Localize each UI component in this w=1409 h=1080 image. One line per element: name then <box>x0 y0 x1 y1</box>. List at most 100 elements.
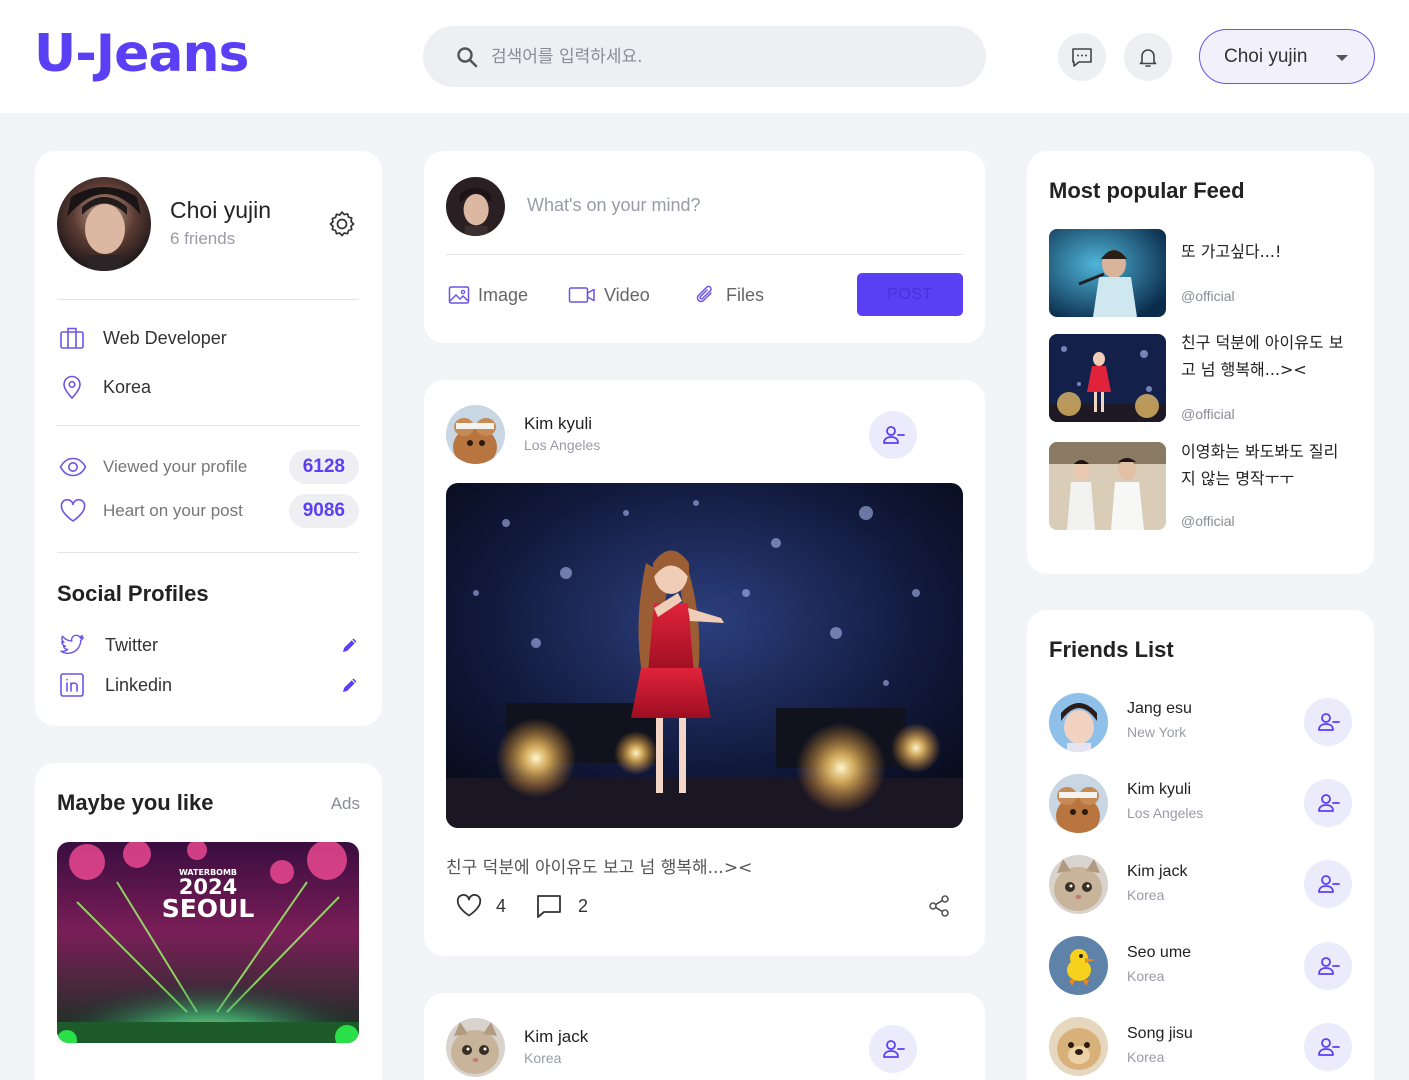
friend-avatar <box>1049 693 1108 752</box>
social-item-twitter[interactable]: Twitter <box>59 631 359 659</box>
stat-row-hearts: Heart on your post 9086 <box>59 494 359 528</box>
notifications-button[interactable] <box>1124 33 1172 81</box>
friend-item[interactable]: Kim jack Korea <box>1049 855 1352 915</box>
messages-button[interactable] <box>1058 33 1106 81</box>
user-minus-icon <box>1318 875 1340 893</box>
post-author-name[interactable]: Kim kyuli <box>524 414 592 434</box>
post-caption: 친구 덕분에 아이유도 보고 넘 행복해...>< <box>446 858 753 878</box>
post-composer-card: What's on your mind? Image Video Files P… <box>424 151 985 343</box>
app-logo[interactable]: U-Jeans <box>34 24 249 84</box>
attach-files-button[interactable]: Files <box>692 284 764 306</box>
add-friend-button[interactable] <box>1304 1023 1352 1071</box>
share-icon[interactable] <box>927 894 951 918</box>
friend-location: Korea <box>1127 887 1165 903</box>
search-bar[interactable] <box>423 26 986 87</box>
user-minus-icon <box>883 426 905 444</box>
popular-item-thumbnail <box>1049 442 1166 530</box>
popular-item-author: @official <box>1181 513 1235 529</box>
friends-list-title: Friends List <box>1049 637 1174 662</box>
friends-list-card: Friends List Jang esu New York Kim kyuli… <box>1027 610 1374 1080</box>
friend-item[interactable]: Song jisu Korea <box>1049 1017 1352 1077</box>
popular-item-author: @official <box>1181 288 1235 304</box>
popular-feed-card: Most popular Feed 또 가고싶다...! @official 친… <box>1027 151 1374 574</box>
video-camera-icon <box>568 287 595 303</box>
post-author-avatar[interactable] <box>446 405 505 464</box>
friend-location: Korea <box>1127 968 1165 984</box>
profile-name: Choi yujin <box>170 197 271 223</box>
ads-title: Maybe you like <box>57 790 214 815</box>
ad-banner-city: SEOUL <box>161 894 255 923</box>
popular-item[interactable]: 이영화는 봐도봐도 질리지 않는 명작ㅜㅜ @official <box>1049 442 1359 532</box>
friend-location: New York <box>1127 724 1187 740</box>
attach-video-label: Video <box>604 284 650 305</box>
friend-name: Kim kyuli <box>1127 781 1192 798</box>
friend-item[interactable]: Kim kyuli Los Angeles <box>1049 773 1352 833</box>
social-label-linkedin: Linkedin <box>105 674 173 695</box>
user-menu-dropdown[interactable]: Choi yujin <box>1199 29 1375 84</box>
user-minus-icon <box>1318 794 1340 812</box>
gear-icon[interactable] <box>326 208 358 240</box>
profile-friends-count: 6 friends <box>170 229 236 248</box>
post-button[interactable]: POST <box>857 273 963 316</box>
profile-avatar[interactable] <box>57 177 151 271</box>
popular-item[interactable]: 또 가고싶다...! @official <box>1049 229 1359 319</box>
social-item-linkedin[interactable]: Linkedin <box>59 671 359 699</box>
image-icon <box>448 286 470 304</box>
post-author-name[interactable]: Kim jack <box>524 1027 588 1047</box>
like-count: 4 <box>496 895 507 916</box>
post-image[interactable] <box>446 483 963 828</box>
comment-count: 2 <box>578 895 589 916</box>
profile-location: Korea <box>103 376 152 397</box>
friend-location: Korea <box>1127 1049 1165 1065</box>
friend-name: Song jisu <box>1127 1025 1193 1042</box>
ad-banner-image[interactable]: WATERBOMB 2024 SEOUL <box>57 842 359 1043</box>
profile-job: Web Developer <box>103 327 227 348</box>
friend-avatar <box>1049 774 1108 833</box>
popular-item[interactable]: 친구 덕분에 아이유도 보고 넘 행복해...>< @official <box>1049 333 1359 424</box>
popular-item-thumbnail <box>1049 229 1166 317</box>
heart-icon <box>60 498 86 522</box>
search-icon <box>457 46 478 67</box>
composer-input[interactable]: What's on your mind? <box>527 195 701 216</box>
stat-row-views: Viewed your profile 6128 <box>59 450 359 484</box>
friend-item[interactable]: Jang esu New York <box>1049 692 1352 752</box>
edit-pencil-icon[interactable] <box>341 636 359 654</box>
popular-item-title: 친구 덕분에 아이유도 보고 넘 행복해...>< <box>1181 333 1344 379</box>
edit-pencil-icon[interactable] <box>341 676 359 694</box>
add-friend-button[interactable] <box>869 1025 917 1073</box>
user-minus-icon <box>1318 957 1340 975</box>
divider <box>57 425 359 426</box>
add-friend-button[interactable] <box>1304 860 1352 908</box>
chat-icon <box>1072 48 1092 67</box>
attach-files-label: Files <box>726 284 765 305</box>
add-friend-button[interactable] <box>1304 942 1352 990</box>
comment-button[interactable]: 2 <box>536 894 588 918</box>
add-friend-button[interactable] <box>869 411 917 459</box>
friend-avatar <box>1049 936 1108 995</box>
top-header: U-Jeans Choi yujin <box>0 0 1409 113</box>
twitter-icon <box>60 634 84 654</box>
heart-icon <box>456 894 482 917</box>
profile-job-row: Web Developer <box>59 325 227 351</box>
attach-image-button[interactable]: Image <box>448 284 528 306</box>
social-profiles-title: Social Profiles <box>57 581 209 606</box>
attach-video-button[interactable]: Video <box>568 284 650 306</box>
friend-avatar <box>1049 1017 1108 1076</box>
friend-name: Seo ume <box>1127 944 1192 961</box>
profile-location-row: Korea <box>59 374 151 400</box>
like-button[interactable]: 4 <box>456 894 506 918</box>
add-friend-button[interactable] <box>1304 698 1352 746</box>
attach-image-label: Image <box>478 284 529 305</box>
ads-card: Maybe you like Ads WATERBOMB 2024 SEOUL <box>35 763 382 1080</box>
friend-avatar <box>1049 855 1108 914</box>
stat-value-views: 6128 <box>288 450 359 484</box>
popular-item-thumbnail <box>1049 334 1166 422</box>
post-author-avatar[interactable] <box>446 1018 505 1077</box>
post-author-location: Korea <box>524 1050 562 1066</box>
search-input[interactable] <box>491 46 931 67</box>
add-friend-button[interactable] <box>1304 779 1352 827</box>
divider <box>57 299 359 300</box>
feed-post-card: Kim kyuli Los Angeles 친구 덕분에 아이유도 보고 넘 행… <box>424 380 985 956</box>
friend-item[interactable]: Seo ume Korea <box>1049 936 1352 996</box>
feed-post-card: Kim jack Korea <box>424 993 985 1080</box>
